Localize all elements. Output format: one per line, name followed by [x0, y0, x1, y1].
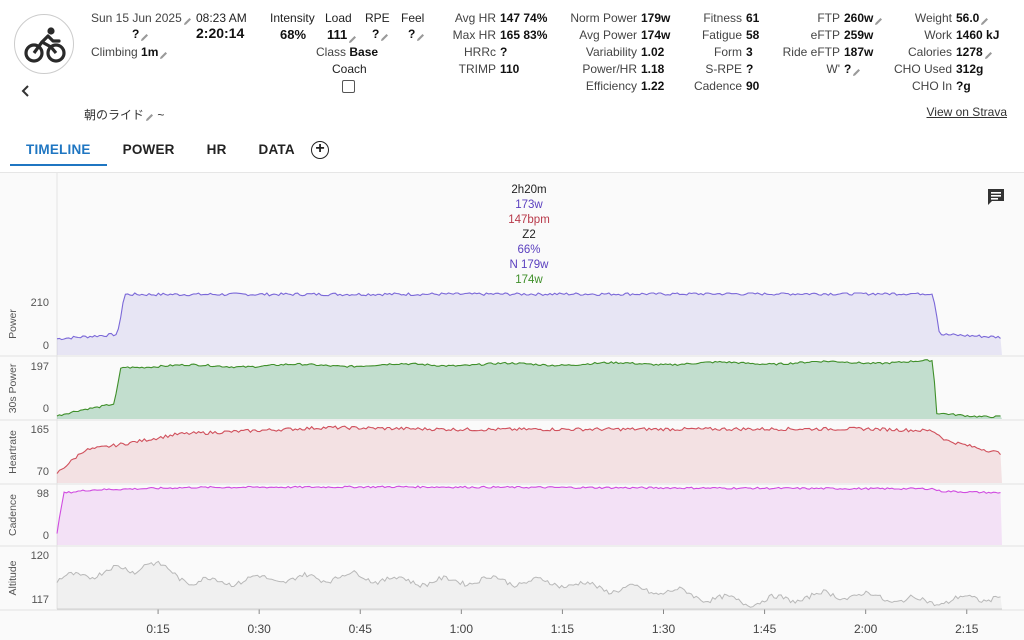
activity-date-value[interactable]: ? — [132, 26, 149, 43]
activity-type-avatar[interactable] — [14, 14, 74, 74]
x-tick-label: 1:15 — [551, 622, 575, 636]
stat-label: CHO In — [911, 79, 952, 93]
y-tick-label: 120 — [31, 550, 49, 562]
panel-name-label: Altitude — [7, 560, 19, 595]
x-tick-label: 0:45 — [349, 622, 373, 636]
stat-row: CHO In ?g — [832, 78, 1024, 95]
stat-label: Work — [924, 28, 952, 42]
activity-date[interactable]: Sun 15 Jun 2025 — [91, 10, 192, 27]
tab-bar: TIMELINE POWER HR DATA — [10, 136, 311, 166]
x-tick-label: 0:15 — [146, 622, 170, 636]
tab-timeline[interactable]: TIMELINE — [10, 136, 107, 166]
tab-hr[interactable]: HR — [191, 136, 243, 166]
load-label: Load — [325, 11, 352, 25]
edit-pencil-icon[interactable] — [140, 30, 149, 42]
y-tick-label: 0 — [43, 340, 49, 352]
timeline-chart-svg[interactable]: 210 0 Power 197 0 30s Power 165 70 Heartrate 98 0 C… — [0, 173, 1024, 640]
panel-name-label: Power — [7, 309, 19, 339]
edit-pencil-icon[interactable] — [348, 31, 357, 44]
stat-label: eFTP — [810, 28, 840, 42]
stat-value: 90 — [746, 79, 760, 93]
stat-value: ? — [500, 45, 508, 59]
y-tick-label: 0 — [43, 530, 49, 542]
comment-icon[interactable] — [986, 188, 1004, 205]
bicycle-icon — [24, 27, 66, 63]
panel-name-label: Cadence — [7, 494, 19, 536]
stat-label: Norm Power — [570, 11, 637, 25]
stat-label: TRIMP — [458, 62, 496, 76]
back-chevron-icon[interactable] — [20, 84, 32, 103]
stat-row: Cadence 90 — [622, 78, 852, 95]
stat-label: Calories — [907, 45, 952, 59]
stat-value: 1460 kJ — [956, 28, 1000, 42]
coach-checkbox[interactable] — [342, 80, 355, 93]
timeline-chart[interactable]: 210 0 Power 197 0 30s Power 165 70 Heartrate 98 0 C… — [0, 172, 1024, 640]
intensity-value: 68% — [280, 27, 307, 42]
stat-value: 312g — [956, 62, 984, 76]
edit-pencil-icon[interactable] — [145, 111, 154, 122]
stat-label: FTP — [817, 11, 840, 25]
stat-value: ?g — [956, 79, 971, 93]
tab-power[interactable]: POWER — [107, 136, 191, 166]
y-tick-label: 0 — [43, 403, 49, 415]
stat-row: Work 1460 kJ — [832, 27, 1024, 44]
stat-value: 56.0 — [956, 11, 980, 25]
x-tick-label: 1:00 — [450, 622, 474, 636]
y-tick-label: 98 — [37, 488, 49, 500]
edit-pencil-icon[interactable] — [980, 14, 989, 26]
y-tick-label: 210 — [31, 297, 49, 309]
stat-label: Power/HR — [582, 62, 637, 76]
climbing-stat[interactable]: Climbing 1m — [91, 44, 168, 61]
series-area-1 — [57, 359, 1002, 419]
edit-pencil-icon[interactable] — [984, 48, 993, 60]
edit-pencil-icon[interactable] — [183, 14, 192, 26]
view-on-strava-link[interactable]: View on Strava — [927, 105, 1008, 119]
activity-title[interactable]: 朝のライド ~ — [84, 106, 164, 123]
stat-value: 1278 — [956, 45, 983, 59]
stat-row: CHO Used 312g — [832, 61, 1024, 78]
stat-label: HRRc — [464, 45, 496, 59]
add-tab-icon[interactable]: + — [311, 141, 329, 159]
x-tick-label: 0:30 — [247, 622, 271, 636]
class-stat[interactable]: Class Base — [316, 44, 378, 61]
load-value[interactable]: 111 — [327, 26, 357, 44]
stat-label: Avg HR — [454, 11, 496, 25]
stat-row: Calories 1278 — [832, 44, 1024, 61]
stat-label: Ride eFTP — [782, 45, 840, 59]
y-tick-label: 197 — [31, 361, 49, 373]
stat-label: Efficiency — [585, 79, 637, 93]
y-tick-label: 117 — [31, 594, 49, 606]
intensity-label: Intensity — [270, 11, 315, 25]
y-tick-label: 70 — [37, 466, 49, 478]
x-tick-label: 2:15 — [955, 622, 979, 636]
panel-name-label: Heartrate — [7, 430, 19, 474]
y-tick-label: 165 — [31, 424, 49, 436]
stat-label: Weight — [914, 11, 952, 25]
x-tick-label: 2:00 — [854, 622, 878, 636]
edit-pencil-icon[interactable] — [159, 48, 168, 60]
series-area-2 — [57, 426, 1002, 483]
tab-data[interactable]: DATA — [243, 136, 311, 166]
stat-label: Avg Power — [579, 28, 637, 42]
series-area-0 — [57, 293, 1002, 355]
stat-label: Variability — [585, 45, 637, 59]
panel-name-label: 30s Power — [7, 363, 19, 413]
x-tick-label: 1:30 — [652, 622, 676, 636]
coach-label: Coach — [332, 62, 367, 76]
series-area-3 — [57, 486, 1002, 545]
stat-label: Max HR — [452, 28, 496, 42]
stat-row: Weight 56.0 — [832, 10, 1024, 27]
stat-label: CHO Used — [893, 62, 952, 76]
x-tick-label: 1:45 — [753, 622, 777, 636]
activity-duration: 2:20:14 — [196, 25, 245, 41]
stat-label: W' — [826, 62, 840, 76]
stat-label: Cadence — [693, 79, 742, 93]
series-area-4 — [57, 561, 1002, 609]
